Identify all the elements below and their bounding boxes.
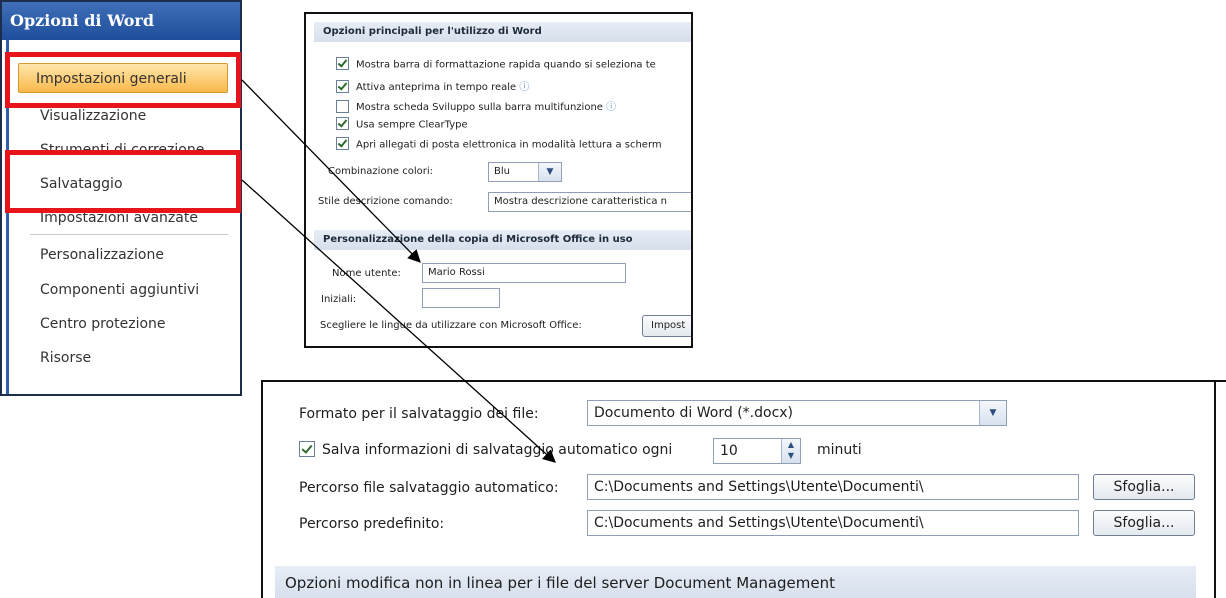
default-path-label: Percorso predefinito: xyxy=(299,516,445,532)
check-row-developer-tab[interactable]: Mostra scheda Sviluppo sulla barra multi… xyxy=(336,98,616,116)
check-row-mini-toolbar[interactable]: Mostra barra di formattazione rapida qua… xyxy=(336,57,656,76)
nav-item-componenti-aggiuntivi[interactable]: Componenti aggiuntivi xyxy=(12,275,230,305)
initials-input[interactable] xyxy=(422,288,500,308)
checkbox-unchecked-icon[interactable] xyxy=(336,99,349,113)
autosave-minutes-spinner[interactable]: 10 ▲ ▼ xyxy=(713,438,801,464)
checkbox-checked-icon[interactable] xyxy=(336,117,349,130)
section-header-personalization: Personalizzazione della copia di Microso… xyxy=(314,230,691,250)
username-label: Nome utente: xyxy=(332,268,401,279)
highlight-box-salvataggio xyxy=(5,150,241,213)
initials-label: Iniziali: xyxy=(321,294,357,305)
checkbox-checked-icon[interactable] xyxy=(299,441,315,457)
color-scheme-label: Combinazione colori: xyxy=(328,166,434,177)
chevron-down-icon[interactable]: ▼ xyxy=(979,401,1006,425)
highlight-box-impostazioni-generali xyxy=(5,52,241,108)
file-format-select[interactable]: Documento di Word (*.docx) ▼ xyxy=(587,400,1007,426)
language-label: Scegliere le lingue da utilizzare con Mi… xyxy=(320,320,582,331)
check-row-live-preview[interactable]: Attiva anteprima in tempo reale ⓘ xyxy=(336,78,529,96)
minutes-label: minuti xyxy=(817,442,862,458)
info-icon: ⓘ xyxy=(606,102,617,113)
spinner-arrows-icon[interactable]: ▲ ▼ xyxy=(781,439,800,463)
section-header-offline-editing: Opzioni modifica non in linea per i file… xyxy=(275,566,1196,598)
color-scheme-select[interactable]: Blu ▼ xyxy=(488,162,562,182)
checkbox-checked-icon[interactable] xyxy=(336,79,349,93)
autosave-path-input[interactable]: C:\Documents and Settings\Utente\Documen… xyxy=(587,474,1079,500)
browse-autosave-button[interactable]: Sfoglia... xyxy=(1093,474,1195,500)
nav-title: Opzioni di Word xyxy=(2,2,240,40)
checkbox-checked-icon[interactable] xyxy=(336,57,349,70)
tooltip-style-label: Stile descrizione comando: xyxy=(318,196,453,207)
nav-item-risorse[interactable]: Risorse xyxy=(12,343,230,373)
tooltip-style-select[interactable]: Mostra descrizione caratteristica n xyxy=(488,192,691,212)
check-row-cleartype[interactable]: Usa sempre ClearType xyxy=(336,117,468,136)
general-options-panel: Opzioni principali per l'utilizzo di Wor… xyxy=(304,12,693,348)
autosave-row[interactable]: Salva informazioni di salvataggio automa… xyxy=(299,441,673,458)
language-settings-button[interactable]: Impost xyxy=(642,315,691,337)
nav-item-centro-protezione[interactable]: Centro protezione xyxy=(12,309,230,339)
username-input[interactable]: Mario Rossi xyxy=(422,263,626,283)
chevron-down-icon[interactable]: ▼ xyxy=(538,163,561,181)
file-format-label: Formato per il salvataggio dei file: xyxy=(299,406,539,422)
nav-divider xyxy=(30,234,228,235)
section-header-main-options: Opzioni principali per l'utilizzo di Wor… xyxy=(314,22,691,42)
nav-item-personalizzazione[interactable]: Personalizzazione xyxy=(12,240,230,270)
autosave-label: Salva informazioni di salvataggio automa… xyxy=(322,442,673,458)
autosave-path-label: Percorso file salvataggio automatico: xyxy=(299,480,559,496)
info-icon: ⓘ xyxy=(519,82,530,93)
check-row-reading-mode[interactable]: Apri allegati di posta elettronica in mo… xyxy=(336,137,662,156)
browse-default-button[interactable]: Sfoglia... xyxy=(1093,510,1195,536)
checkbox-checked-icon[interactable] xyxy=(336,137,349,150)
panel-right-border xyxy=(1214,382,1216,598)
default-path-input[interactable]: C:\Documents and Settings\Utente\Documen… xyxy=(587,510,1079,536)
save-options-panel: Formato per il salvataggio dei file: Doc… xyxy=(261,380,1226,598)
